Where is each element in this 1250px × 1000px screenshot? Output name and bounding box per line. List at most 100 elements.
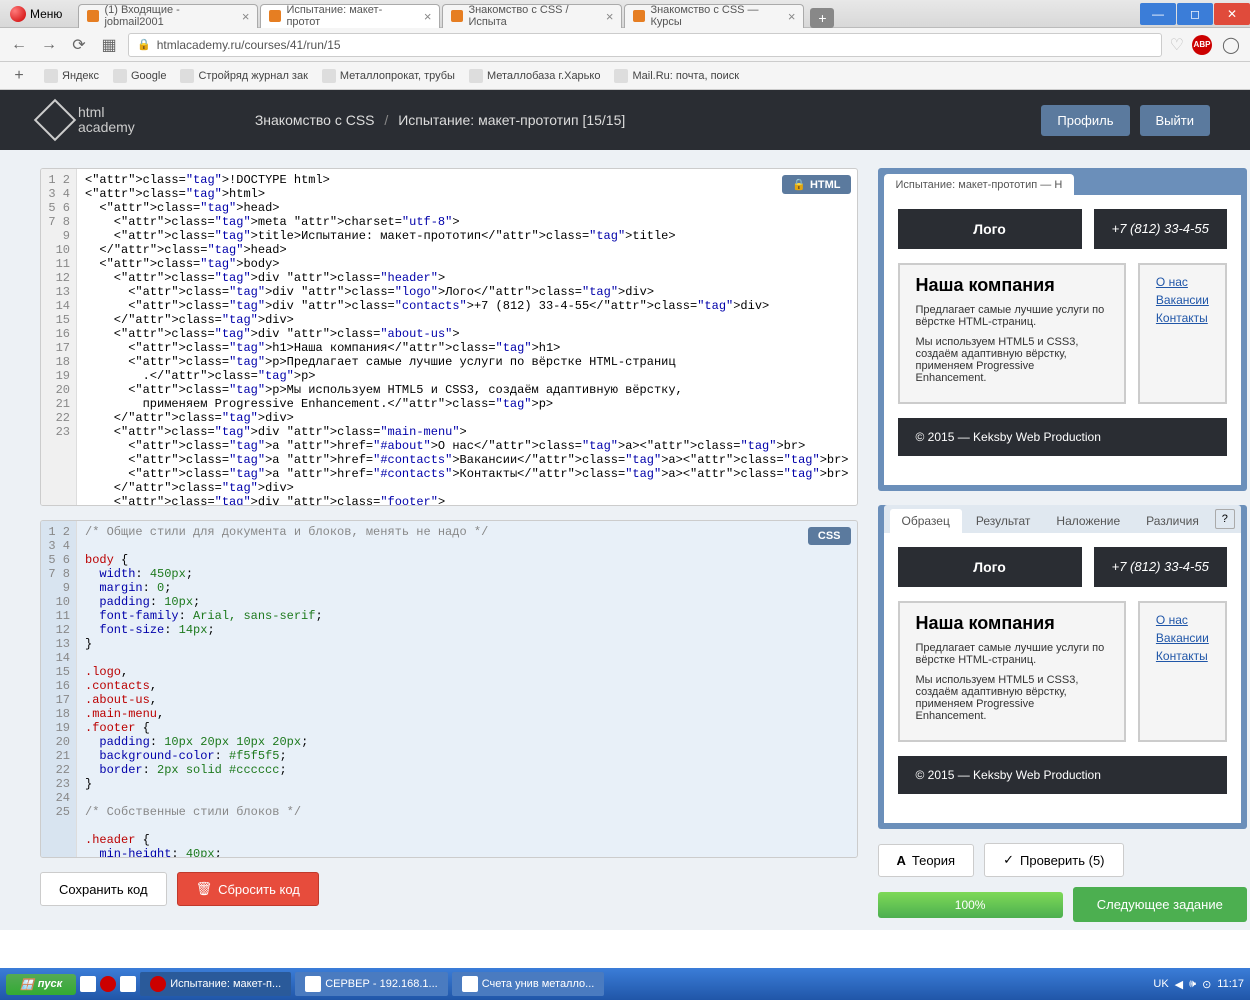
quicklaunch-icon[interactable] (80, 976, 96, 992)
favorite-icon[interactable]: ♡ (1170, 35, 1184, 55)
opera-icon (10, 6, 26, 22)
close-window-button[interactable]: ✕ (1214, 3, 1250, 25)
browser-tab[interactable]: (1) Входящие - jobmail2001× (78, 4, 258, 28)
site-header: htmlacademy Знакомство с CSS / Испытание… (0, 90, 1250, 150)
opera-menu-button[interactable]: Меню (0, 0, 72, 27)
tab-favicon (87, 10, 99, 22)
result-body: Лого +7 (812) 33-4-55 Наша компания Пред… (884, 533, 1241, 823)
minimize-button[interactable]: — (1140, 3, 1176, 25)
proto-menu-link[interactable]: Контакты (1156, 649, 1209, 663)
tab-diff[interactable]: Различия (1134, 509, 1211, 533)
tray-icon[interactable]: ⊙ (1202, 978, 1211, 991)
bookmark-item[interactable]: Металлобаза г.Харько (469, 69, 601, 83)
lock-icon: 🔒 (137, 38, 151, 51)
preview-tab-title: Испытание: макет-прототип — H (884, 174, 1075, 196)
browser-tab-active[interactable]: Испытание: макет-протот× (260, 4, 440, 28)
progress-bar: 100% (878, 892, 1063, 918)
tab-overlay[interactable]: Наложение (1044, 509, 1132, 533)
tray-lang[interactable]: UK (1153, 978, 1168, 990)
tray-icon[interactable]: 🕪 (1189, 978, 1196, 991)
theory-button[interactable]: A Теория (878, 844, 975, 877)
windows-taskbar: 🪟 пуск Испытание: макет-п... СЕРВЕР - 19… (0, 968, 1250, 1000)
html-code[interactable]: <"attr">class="tag">!DOCTYPE html> <"att… (77, 169, 857, 505)
course-link[interactable]: Знакомство с CSS (255, 112, 375, 128)
tab-favicon (269, 10, 281, 22)
quicklaunch-icon[interactable] (100, 976, 116, 992)
proto-menu-link[interactable]: О нас (1156, 613, 1209, 627)
taskbar-item[interactable]: Испытание: макет-п... (140, 972, 291, 996)
proto-menu-link[interactable]: Контакты (1156, 311, 1209, 325)
forward-button[interactable]: → (38, 34, 60, 56)
proto-menu-link[interactable]: Вакансии (1156, 293, 1209, 307)
proto-footer: © 2015 — Keksby Web Production (898, 418, 1227, 456)
proto-phone: +7 (812) 33-4-55 (1094, 547, 1227, 587)
proto-footer: © 2015 — Keksby Web Production (898, 756, 1227, 794)
bookmark-item[interactable]: Google (113, 69, 166, 83)
user-icon[interactable]: ◯ (1220, 34, 1242, 56)
os-titlebar: Меню (1) Входящие - jobmail2001× Испытан… (0, 0, 1250, 28)
system-tray: UK ◀ 🕪 ⊙ 11:17 (1153, 978, 1244, 991)
check-button[interactable]: ✓ Проверить (5) (984, 843, 1123, 877)
taskbar-item[interactable]: Счета унив металло... (452, 972, 605, 996)
preview-body: Лого +7 (812) 33-4-55 Наша компания Пред… (884, 195, 1241, 485)
profile-button[interactable]: Профиль (1041, 105, 1129, 136)
proto-heading: Наша компания (916, 613, 1108, 634)
menu-label: Меню (30, 7, 62, 21)
adblock-icon[interactable]: ABP (1192, 35, 1212, 55)
speed-dial-button[interactable]: ▦ (98, 34, 120, 56)
next-task-button[interactable]: Следующее задание (1073, 887, 1247, 922)
taskbar-item[interactable]: СЕРВЕР - 192.168.1... (295, 972, 448, 996)
browser-tab[interactable]: Знакомство с CSS — Курсы× (624, 4, 804, 28)
bookmarks-bar: + Яндекс Google Стройряд журнал зак Мета… (0, 62, 1250, 90)
close-icon[interactable]: × (788, 9, 796, 24)
html-badge: 🔒 HTML (782, 175, 850, 194)
address-bar[interactable]: 🔒 htmlacademy.ru/courses/41/run/15 (128, 33, 1162, 57)
line-gutter: 1 2 3 4 5 6 7 8 9 10 11 12 13 14 15 16 1… (41, 169, 77, 505)
logout-button[interactable]: Выйти (1140, 105, 1211, 136)
reset-code-button[interactable]: 🗑 Сбросить код (177, 872, 319, 906)
tray-clock: 11:17 (1217, 978, 1244, 990)
css-editor[interactable]: CSS 1 2 3 4 5 6 7 8 9 10 11 12 13 14 15 … (40, 520, 858, 858)
bookmark-item[interactable]: Стройряд журнал зак (180, 69, 307, 83)
save-code-button[interactable]: Сохранить код (40, 872, 167, 906)
bookmark-icon (44, 69, 58, 83)
bookmark-icon (180, 69, 194, 83)
tray-icon[interactable]: ◀ (1175, 978, 1183, 991)
url-text: htmlacademy.ru/courses/41/run/15 (157, 38, 341, 52)
add-bookmark-button[interactable]: + (8, 65, 30, 87)
tab-result[interactable]: Результат (964, 509, 1043, 533)
back-button[interactable]: ← (8, 34, 30, 56)
task-name: Испытание: макет-прототип (398, 112, 578, 128)
bookmark-icon (322, 69, 336, 83)
close-icon[interactable]: × (424, 9, 432, 24)
proto-heading: Наша компания (916, 275, 1108, 296)
proto-about: Наша компания Предлагает самые лучшие ус… (898, 601, 1126, 742)
proto-phone: +7 (812) 33-4-55 (1094, 209, 1227, 249)
help-button[interactable]: ? (1215, 509, 1235, 529)
browser-tab[interactable]: Знакомство с CSS / Испыта× (442, 4, 622, 28)
start-button[interactable]: 🪟 пуск (6, 974, 76, 995)
close-icon[interactable]: × (606, 9, 614, 24)
bookmark-item[interactable]: Металлопрокат, трубы (322, 69, 455, 83)
result-tabs: Образец Результат Наложение Различия ? (884, 505, 1241, 533)
proto-menu-link[interactable]: О нас (1156, 275, 1209, 289)
breadcrumb: Знакомство с CSS / Испытание: макет-прот… (255, 112, 625, 128)
result-panel: Образец Результат Наложение Различия ? Л… (878, 505, 1247, 829)
tab-favicon (451, 10, 463, 22)
tab-favicon (633, 10, 645, 22)
quicklaunch-icon[interactable] (120, 976, 136, 992)
bookmark-item[interactable]: Яндекс (44, 69, 99, 83)
reload-button[interactable]: ⟳ (68, 34, 90, 56)
close-icon[interactable]: × (242, 9, 250, 24)
new-tab-button[interactable]: + (810, 8, 834, 28)
site-logo[interactable]: htmlacademy (40, 105, 135, 136)
line-gutter: 1 2 3 4 5 6 7 8 9 10 11 12 13 14 15 16 1… (41, 521, 77, 857)
proto-about: Наша компания Предлагает самые лучшие ус… (898, 263, 1126, 404)
bookmark-item[interactable]: Mail.Ru: почта, поиск (614, 69, 739, 83)
maximize-button[interactable]: ◻ (1177, 3, 1213, 25)
tab-sample[interactable]: Образец (890, 509, 962, 533)
task-progress: [15/15] (582, 112, 625, 128)
css-code[interactable]: /* Общие стили для документа и блоков, м… (77, 521, 857, 857)
proto-menu-link[interactable]: Вакансии (1156, 631, 1209, 645)
html-editor[interactable]: 🔒 HTML 1 2 3 4 5 6 7 8 9 10 11 12 13 14 … (40, 168, 858, 506)
